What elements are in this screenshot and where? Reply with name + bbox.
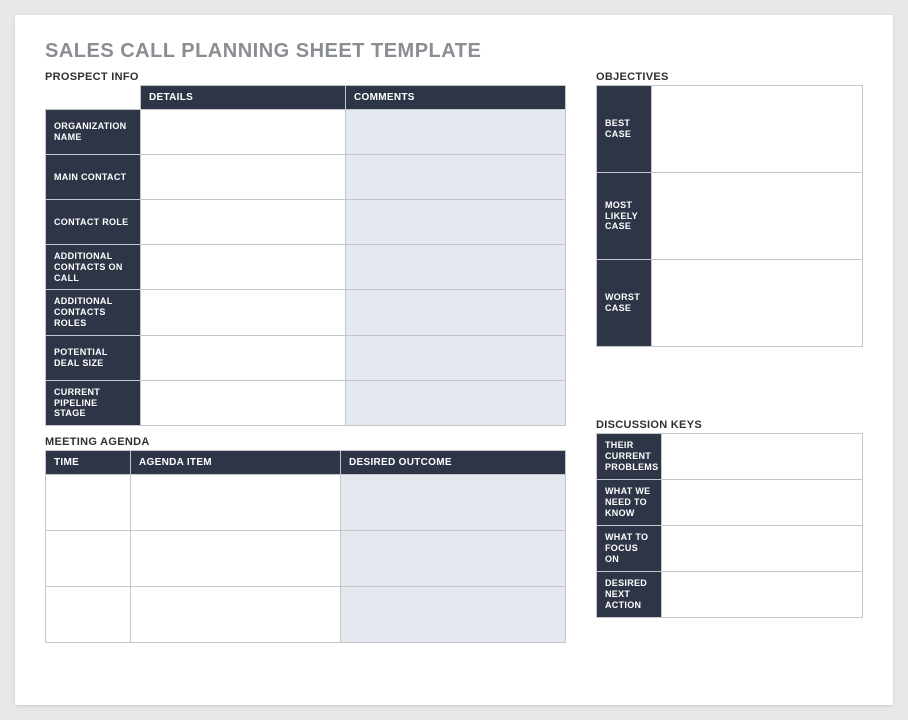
prospect-info-label: PROSPECT INFO xyxy=(45,71,566,83)
discussion-cell[interactable] xyxy=(662,572,863,618)
table-row: WHAT WE NEED TO KNOW xyxy=(597,480,863,526)
row-label: DESIRED NEXT ACTION xyxy=(597,572,662,618)
outcome-cell[interactable] xyxy=(341,587,566,643)
time-cell[interactable] xyxy=(46,531,131,587)
spacer xyxy=(596,347,863,409)
objectives-label: OBJECTIVES xyxy=(596,71,863,83)
row-label: ADDITIONAL CONTACTS ON CALL xyxy=(46,245,141,290)
row-label: WHAT TO FOCUS ON xyxy=(597,526,662,572)
comments-cell[interactable] xyxy=(346,380,566,425)
prospect-info-table: DETAILS COMMENTS ORGANIZATION NAME MAIN … xyxy=(45,85,566,426)
header-desired-outcome: DESIRED OUTCOME xyxy=(341,451,566,475)
table-header-row: DETAILS COMMENTS xyxy=(46,86,566,110)
document-page: SALES CALL PLANNING SHEET TEMPLATE PROSP… xyxy=(15,15,893,705)
objective-cell[interactable] xyxy=(652,86,863,173)
objectives-table: BEST CASE MOST LIKELY CASE WORST CASE xyxy=(596,85,863,347)
table-row: MAIN CONTACT xyxy=(46,155,566,200)
left-column: PROSPECT INFO DETAILS COMMENTS ORGANIZAT… xyxy=(45,71,566,643)
comments-cell[interactable] xyxy=(346,110,566,155)
row-label: ORGANIZATION NAME xyxy=(46,110,141,155)
agenda-item-cell[interactable] xyxy=(131,531,341,587)
row-label: POTENTIAL DEAL SIZE xyxy=(46,335,141,380)
row-label: ADDITIONAL CONTACTS ROLES xyxy=(46,290,141,335)
details-cell[interactable] xyxy=(141,290,346,335)
table-row: ADDITIONAL CONTACTS ROLES xyxy=(46,290,566,335)
time-cell[interactable] xyxy=(46,475,131,531)
table-row: MOST LIKELY CASE xyxy=(597,173,863,260)
table-row: POTENTIAL DEAL SIZE xyxy=(46,335,566,380)
row-label: CONTACT ROLE xyxy=(46,200,141,245)
details-cell[interactable] xyxy=(141,155,346,200)
outcome-cell[interactable] xyxy=(341,475,566,531)
comments-cell[interactable] xyxy=(346,200,566,245)
discussion-keys-label: DISCUSSION KEYS xyxy=(596,419,863,431)
details-cell[interactable] xyxy=(141,245,346,290)
table-row: ORGANIZATION NAME xyxy=(46,110,566,155)
document-title: SALES CALL PLANNING SHEET TEMPLATE xyxy=(45,40,863,63)
table-row: WORST CASE xyxy=(597,260,863,347)
row-label: BEST CASE xyxy=(597,86,652,173)
comments-cell[interactable] xyxy=(346,335,566,380)
header-time: TIME xyxy=(46,451,131,475)
discussion-cell[interactable] xyxy=(662,434,863,480)
table-header-row: TIME AGENDA ITEM DESIRED OUTCOME xyxy=(46,451,566,475)
table-row xyxy=(46,587,566,643)
blank-corner xyxy=(46,86,141,110)
meeting-agenda-table: TIME AGENDA ITEM DESIRED OUTCOME xyxy=(45,450,566,643)
comments-cell[interactable] xyxy=(346,245,566,290)
details-cell[interactable] xyxy=(141,200,346,245)
discussion-cell[interactable] xyxy=(662,480,863,526)
table-row: ADDITIONAL CONTACTS ON CALL xyxy=(46,245,566,290)
details-cell[interactable] xyxy=(141,380,346,425)
header-agenda-item: AGENDA ITEM xyxy=(131,451,341,475)
objective-cell[interactable] xyxy=(652,260,863,347)
row-label: MAIN CONTACT xyxy=(46,155,141,200)
header-comments: COMMENTS xyxy=(346,86,566,110)
table-row xyxy=(46,475,566,531)
right-column: OBJECTIVES BEST CASE MOST LIKELY CASE WO… xyxy=(596,71,863,643)
table-row: CONTACT ROLE xyxy=(46,200,566,245)
meeting-agenda-label: MEETING AGENDA xyxy=(45,436,566,448)
objective-cell[interactable] xyxy=(652,173,863,260)
table-row: CURRENT PIPELINE STAGE xyxy=(46,380,566,425)
details-cell[interactable] xyxy=(141,110,346,155)
comments-cell[interactable] xyxy=(346,290,566,335)
discussion-keys-table: THEIR CURRENT PROBLEMS WHAT WE NEED TO K… xyxy=(596,433,863,618)
table-row: WHAT TO FOCUS ON xyxy=(597,526,863,572)
row-label: CURRENT PIPELINE STAGE xyxy=(46,380,141,425)
row-label: THEIR CURRENT PROBLEMS xyxy=(597,434,662,480)
table-row: BEST CASE xyxy=(597,86,863,173)
details-cell[interactable] xyxy=(141,335,346,380)
time-cell[interactable] xyxy=(46,587,131,643)
row-label: WORST CASE xyxy=(597,260,652,347)
row-label: WHAT WE NEED TO KNOW xyxy=(597,480,662,526)
discussion-cell[interactable] xyxy=(662,526,863,572)
two-column-layout: PROSPECT INFO DETAILS COMMENTS ORGANIZAT… xyxy=(45,71,863,643)
agenda-item-cell[interactable] xyxy=(131,475,341,531)
row-label: MOST LIKELY CASE xyxy=(597,173,652,260)
agenda-item-cell[interactable] xyxy=(131,587,341,643)
table-row xyxy=(46,531,566,587)
comments-cell[interactable] xyxy=(346,155,566,200)
header-details: DETAILS xyxy=(141,86,346,110)
table-row: THEIR CURRENT PROBLEMS xyxy=(597,434,863,480)
outcome-cell[interactable] xyxy=(341,531,566,587)
table-row: DESIRED NEXT ACTION xyxy=(597,572,863,618)
